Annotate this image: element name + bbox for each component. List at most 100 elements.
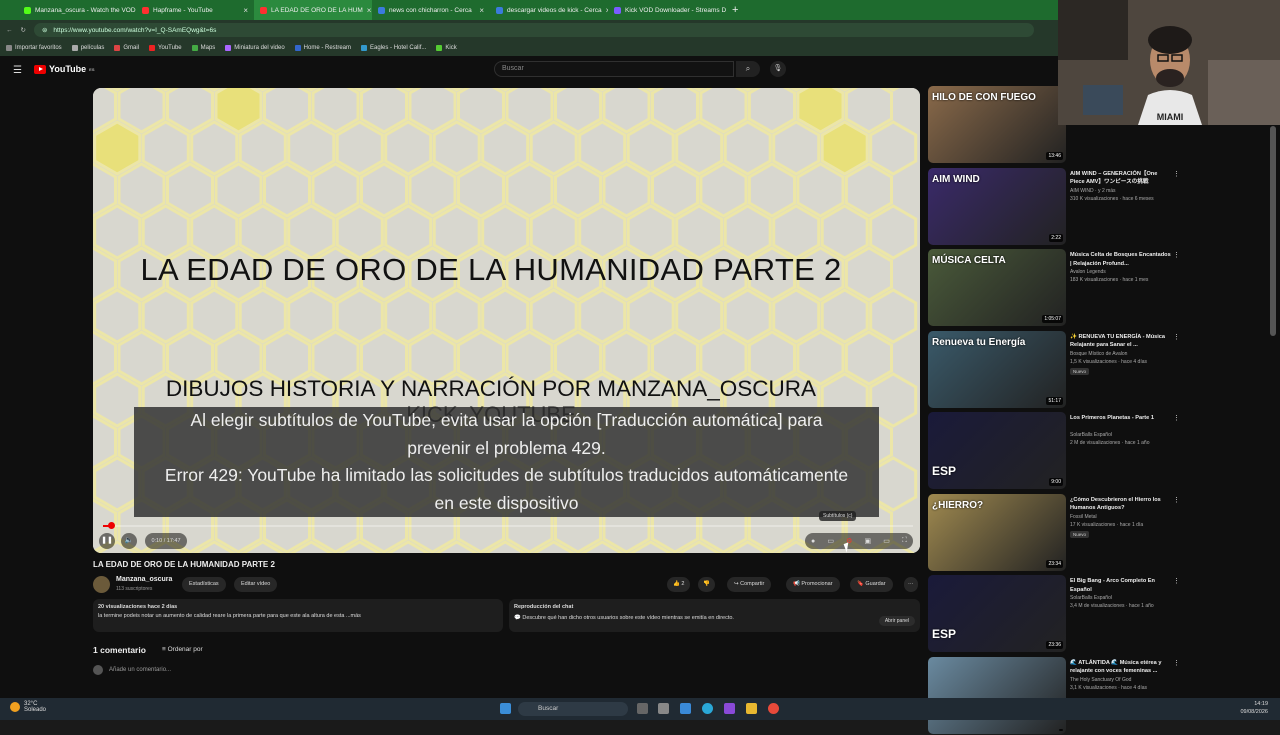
video-thumbnail[interactable] — [928, 656, 1066, 734]
close-tab-icon[interactable]: × — [243, 6, 248, 15]
edit-video-button[interactable]: Editar vídeo — [234, 577, 278, 592]
channel-avatar[interactable] — [93, 576, 110, 593]
dislike-icon[interactable]: 👎 — [698, 577, 715, 592]
recommended-channel[interactable]: Fossil Metal — [1070, 514, 1097, 520]
reload-icon[interactable]: ↻ — [21, 26, 26, 34]
store-icon[interactable] — [658, 703, 669, 714]
browser-tab[interactable]: LA EDAD DE ORO DE LA HUM × — [254, 0, 372, 20]
progress-bar[interactable] — [103, 522, 913, 529]
address-input[interactable]: ⊜ https://www.youtube.com/watch?v=I_Q-SA… — [33, 23, 1034, 37]
more-options-icon[interactable]: ⋮ — [1173, 333, 1180, 341]
chrome-icon[interactable] — [768, 703, 779, 714]
copilot-icon[interactable] — [680, 703, 691, 714]
weather-widget[interactable]: 32°C Soleado — [10, 701, 46, 713]
video-thumbnail[interactable]: ESP 9:00 — [928, 412, 1066, 489]
recommended-channel[interactable]: Avalon Legends — [1070, 269, 1106, 275]
volume-icon[interactable]: 🔈 — [121, 533, 137, 549]
fullscreen-icon[interactable]: ⛶ — [902, 537, 907, 545]
bookmark-item[interactable]: Importar favoritos — [6, 45, 62, 51]
more-options-icon[interactable]: ⋮ — [1173, 170, 1180, 178]
recommended-title[interactable]: 🌊 ATLÁNTIDA 🌊 Música etérea y relajante … — [1070, 659, 1172, 676]
bookmark-item[interactable]: Gmail — [114, 45, 139, 51]
like-button[interactable]: 👍 2 — [667, 577, 691, 592]
taskbar-clock[interactable]: 14:19 09/08/2026 — [1240, 700, 1268, 716]
bookmark-item[interactable]: Home - Restream — [294, 45, 351, 51]
recommended-title[interactable]: Música Celta de Bosques Encantados | Rel… — [1070, 251, 1172, 268]
bookmark-item[interactable]: YouTube — [149, 45, 182, 51]
search-input[interactable]: Buscar — [494, 61, 734, 77]
video-thumbnail[interactable]: Renueva tu Energía 51:17 — [928, 330, 1066, 408]
recommended-video[interactable]: Renueva tu Energía 51:17 ✨ RENUEVA TU ENER… — [928, 330, 1180, 409]
browser-tab[interactable]: news con chicharron - Cerca × — [372, 0, 490, 20]
add-comment[interactable]: Añade un comentario... — [93, 665, 171, 675]
autoplay-toggle-icon[interactable]: ● — [811, 538, 815, 545]
more-options-icon[interactable]: ⋮ — [1173, 659, 1180, 667]
more-options-icon[interactable]: ⋮ — [1173, 577, 1180, 585]
recommended-video[interactable]: MÚSICA CELTA 1:05:07 Música Celta de Bosqu… — [928, 249, 1180, 327]
open-panel-button[interactable]: Abrir panel — [878, 616, 915, 626]
sort-button[interactable]: ≡ Ordenar por — [162, 646, 203, 653]
more-options-icon[interactable]: ⋮ — [1173, 496, 1180, 504]
recommended-title[interactable]: El Big Bang - Arco Completo En Español — [1070, 577, 1172, 594]
recommended-meta: 1,5 K visualizaciones · hace 4 días — [1070, 358, 1147, 365]
more-icon[interactable]: ··· — [904, 577, 918, 592]
search-icon[interactable]: ⌕ — [736, 61, 760, 77]
file-explorer-icon[interactable] — [746, 703, 757, 714]
more-options-icon[interactable]: ⋮ — [1173, 251, 1180, 259]
share-button[interactable]: ↪ Compartir — [727, 577, 772, 592]
taskbar-search[interactable]: Buscar — [518, 702, 628, 716]
video-thumbnail[interactable]: MÚSICA CELTA 1:05:07 — [928, 249, 1066, 326]
more-options-icon[interactable]: ⋮ — [1173, 414, 1180, 422]
close-tab-icon[interactable]: × — [367, 6, 372, 15]
close-tab-icon[interactable]: × — [479, 6, 484, 15]
recommended-video[interactable]: ESP 9:00 Los Primeros Planetas - Parte 1 So… — [928, 412, 1180, 490]
recommended-title[interactable]: Los Primeros Planetas - Parte 1 — [1070, 414, 1172, 423]
back-icon[interactable]: ← — [6, 27, 13, 34]
site-info-icon[interactable]: ⊜ — [42, 26, 47, 34]
browser-tab[interactable]: Manzana_oscura - Watch the VOD× — [18, 0, 136, 20]
browser-tab[interactable]: descargar videos de kick - Cerca × — [490, 0, 608, 20]
recommended-channel[interactable]: SolarBalls Español — [1070, 432, 1112, 438]
bookmark-item[interactable]: películas — [71, 45, 104, 51]
channel-name[interactable]: Manzana_oscura — [116, 576, 172, 583]
recommended-video[interactable]: ¿HIERRO? 23:34 ¿Cómo Descubrieron el Hierr… — [928, 493, 1180, 572]
youtube-logo[interactable]: YouTube ES — [34, 64, 95, 74]
microphone-icon[interactable]: 🎙 — [770, 61, 786, 77]
bookmark-item[interactable]: Eagles - Hotel Calif... — [361, 45, 426, 51]
browser-tab[interactable]: Hapframe - YouTube × — [136, 0, 254, 20]
task-view-icon[interactable] — [637, 703, 648, 714]
recommended-title[interactable]: ¿Cómo Descubrieron el Hierro los Humanos… — [1070, 496, 1172, 513]
video-player[interactable]: LA EDAD DE ORO DE LA HUMANIDAD PARTE 2 D… — [93, 88, 920, 553]
edge-icon[interactable] — [702, 703, 713, 714]
video-thumbnail[interactable]: ESP 23:36 — [928, 575, 1066, 652]
captions-icon[interactable]: ▭ — [827, 537, 834, 545]
recommended-channel[interactable]: The Holy Sanctuary Of God — [1070, 677, 1131, 683]
page-scrollbar[interactable] — [1270, 126, 1276, 336]
bookmark-item[interactable]: Miniatura del video — [225, 45, 285, 51]
browser-tab[interactable]: Kick VOD Downloader - Streams D× — [608, 0, 726, 20]
video-thumbnail[interactable]: AIM WIND 2:22 — [928, 167, 1066, 245]
windows-start-icon[interactable] — [500, 703, 511, 714]
recommended-title[interactable]: ✨ RENUEVA TU ENERGÍA - Música Relajante … — [1070, 333, 1172, 350]
stats-button[interactable]: Estadísticas — [182, 577, 226, 592]
recommended-video[interactable]: 🌊 ATLÁNTIDA 🌊 Música etérea y relajante … — [928, 656, 1180, 735]
recommended-channel[interactable]: Bosque Místico de Avalon — [1070, 351, 1127, 357]
pause-icon[interactable]: ❚❚ — [99, 533, 115, 549]
theater-icon[interactable]: ▭ — [883, 537, 890, 545]
video-thumbnail[interactable]: HILO DE CON FUEGO 13:46 — [928, 86, 1066, 163]
bookmark-item[interactable]: Maps — [191, 45, 215, 51]
recommended-video[interactable]: AIM WIND 2:22 AIM WIND – GENERACIÓN【One Pi… — [928, 167, 1180, 246]
recommended-channel[interactable]: AIM WIND · y 2 más — [1070, 188, 1116, 194]
recommended-title[interactable]: AIM WIND – GENERACIÓN【One Piece AMV】ワンピー… — [1070, 170, 1172, 187]
save-button[interactable]: 🔖 Guardar — [850, 577, 893, 592]
video-thumbnail[interactable]: ¿HIERRO? 23:34 — [928, 493, 1066, 571]
bookmark-item[interactable]: Kick — [436, 45, 457, 51]
menu-icon[interactable]: ☰ — [13, 65, 23, 76]
recommended-video[interactable]: ESP 23:36 El Big Bang - Arco Completo En E… — [928, 575, 1180, 653]
promote-button[interactable]: 📢 Promocionar — [786, 577, 840, 592]
recommended-channel[interactable]: SolarBalls Español — [1070, 595, 1112, 601]
description-box[interactable]: 20 visualizaciones hace 2 días la termin… — [93, 599, 503, 632]
app-icon[interactable] — [724, 703, 735, 714]
miniplayer-icon[interactable]: ▣ — [865, 537, 872, 545]
new-tab-icon[interactable]: + — [732, 4, 738, 16]
